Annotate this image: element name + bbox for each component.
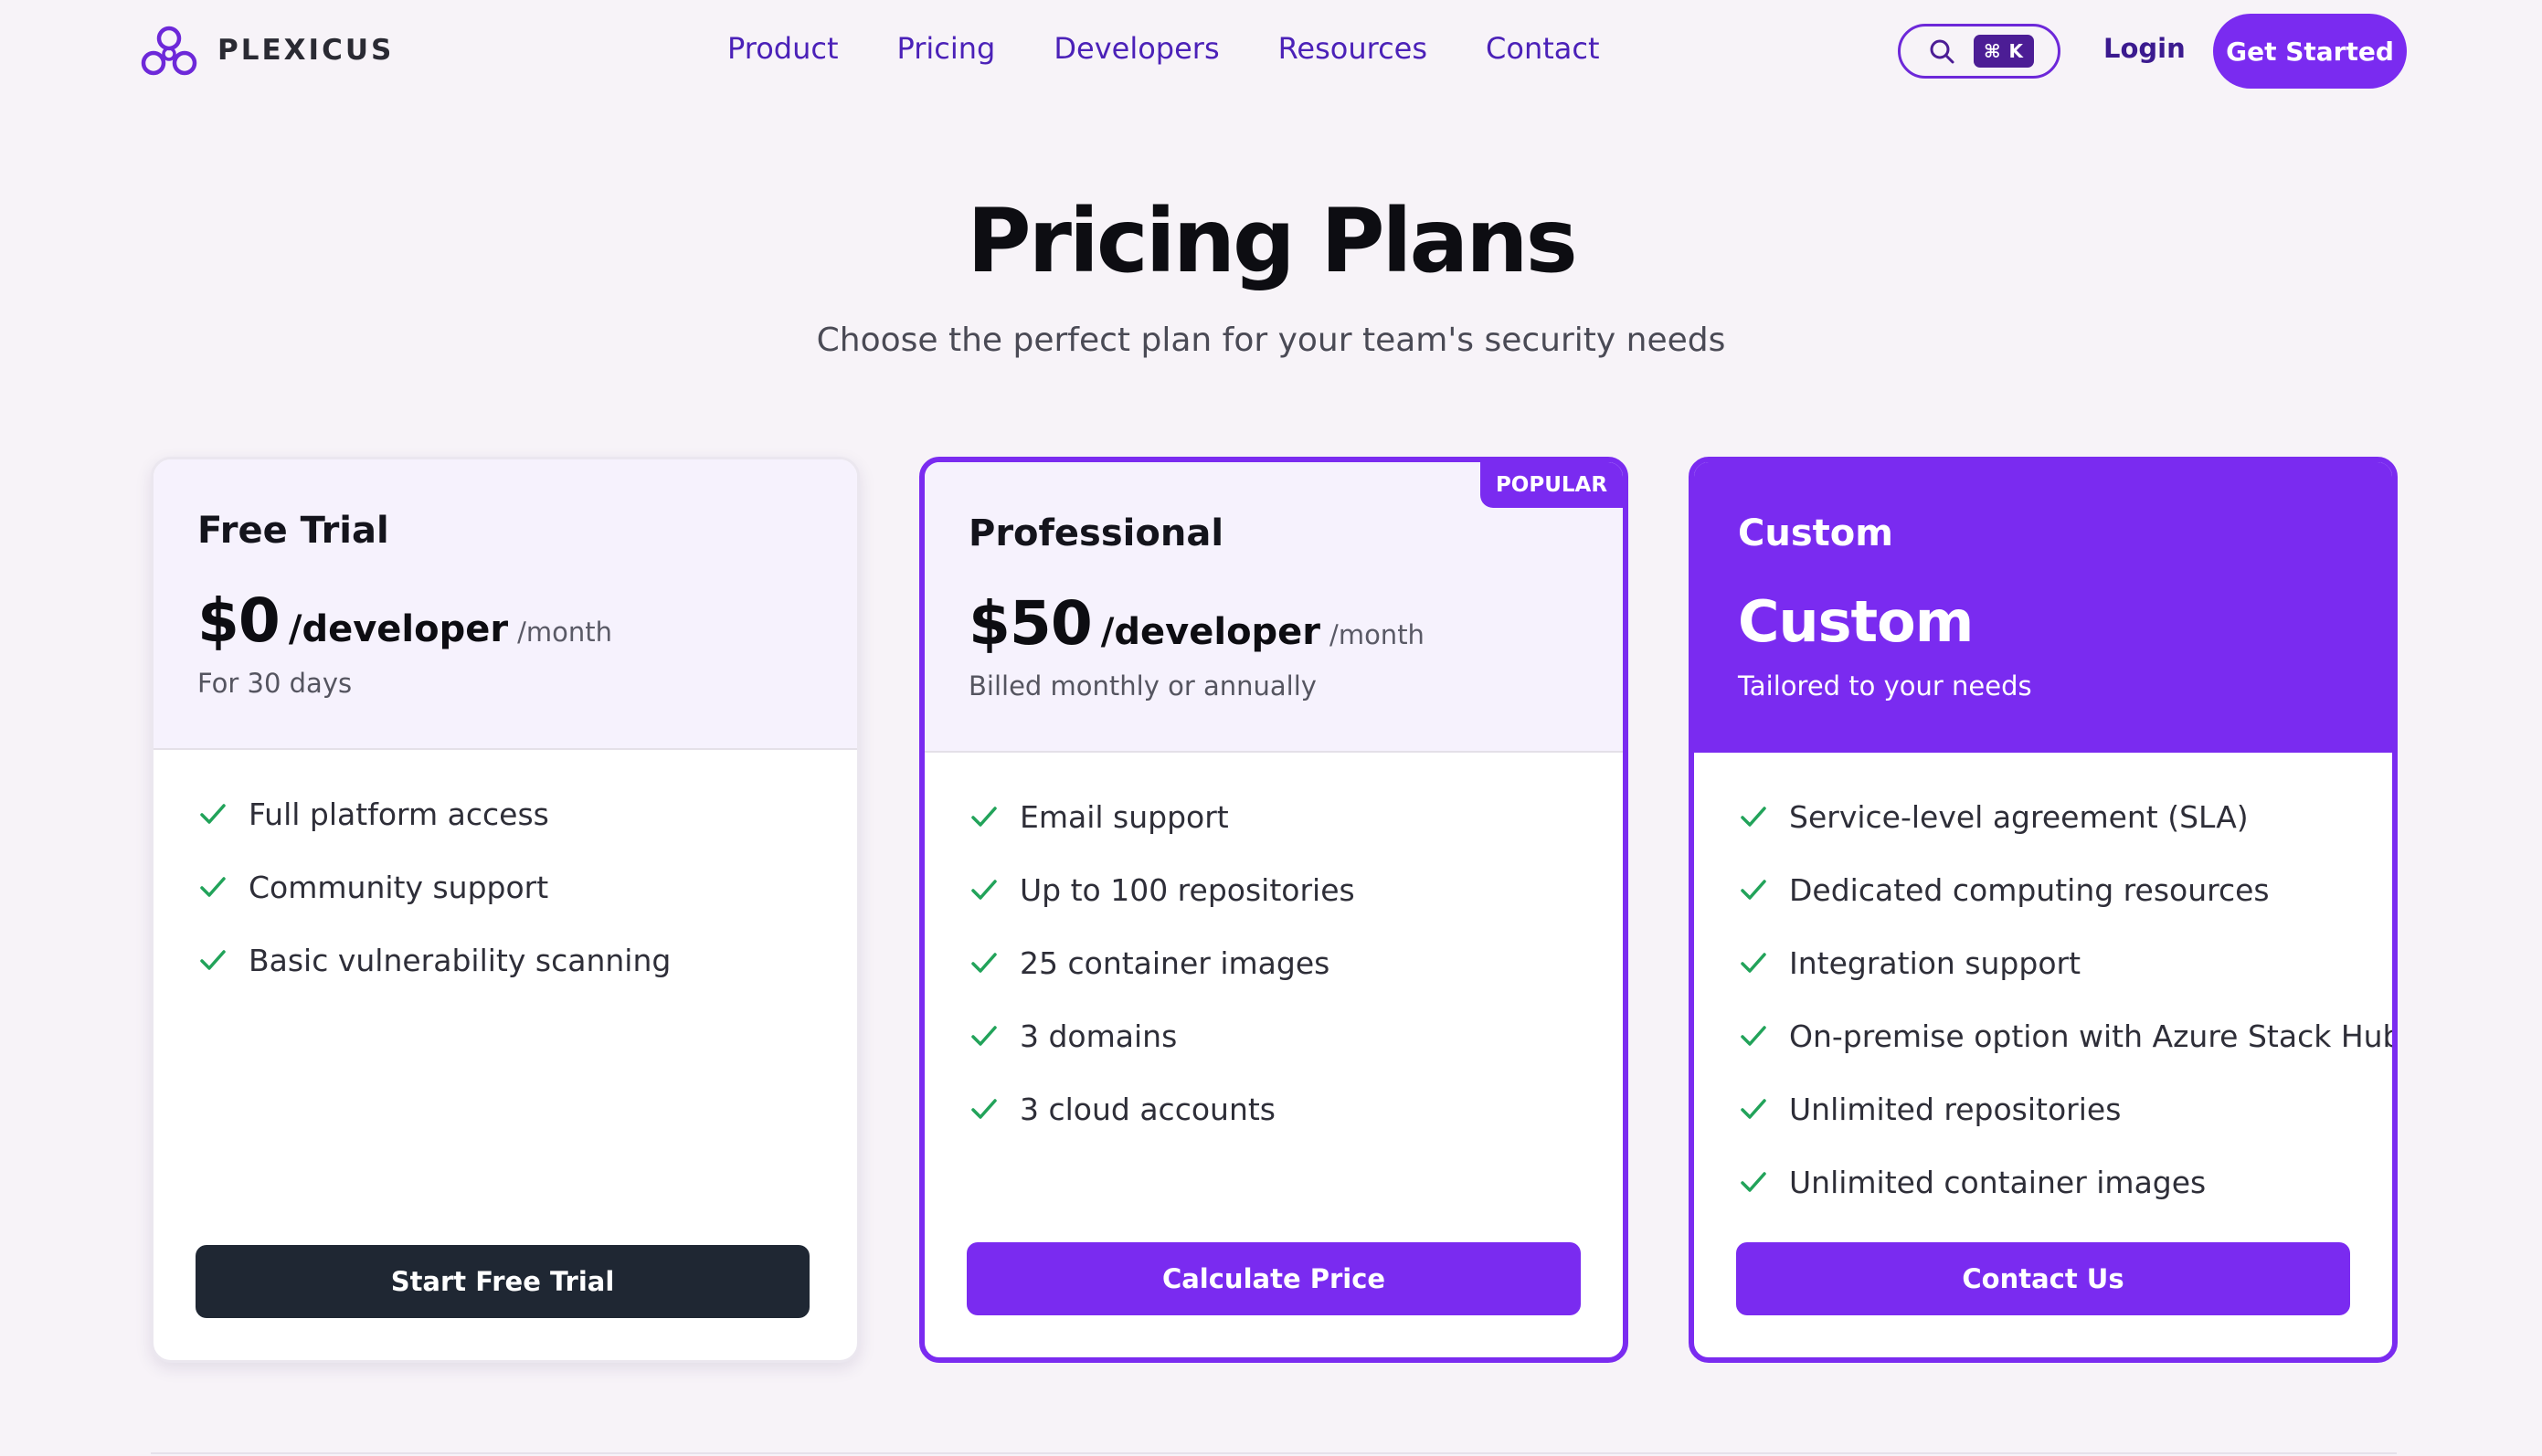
pricing-page: PLEXICUS Product Pricing Developers Reso…: [0, 0, 2542, 1456]
check-icon: [1741, 953, 1766, 973]
feature-label: Full platform access: [249, 796, 549, 832]
search-icon: [1930, 39, 1954, 64]
plan-card-custom: Custom Custom Tailored to your needs Ser…: [1689, 457, 2398, 1363]
plan-note: Tailored to your needs: [1738, 670, 2032, 702]
feature-item: Full platform access: [197, 777, 671, 850]
feature-item: Unlimited container images: [1738, 1145, 2392, 1219]
price-row: Custom: [1738, 588, 1974, 655]
feature-item: Up to 100 repositories: [969, 853, 1355, 926]
check-icon: [1741, 1172, 1766, 1192]
login-link[interactable]: Login: [2103, 33, 2186, 64]
feature-label: Dedicated computing resources: [1789, 871, 2270, 908]
feature-label: Service-level agreement (SLA): [1789, 798, 2249, 835]
feature-label: Unlimited container images: [1789, 1164, 2207, 1200]
feature-list: Full platform access Community support B…: [197, 777, 671, 997]
feature-item: Service-level agreement (SLA): [1738, 780, 2392, 853]
check-icon: [1741, 880, 1766, 900]
check-icon: [200, 950, 226, 970]
page-title: Pricing Plans: [967, 190, 1577, 292]
feature-item: 3 domains: [969, 999, 1355, 1072]
top-nav: PLEXICUS Product Pricing Developers Reso…: [0, 0, 2542, 102]
check-icon: [971, 1099, 997, 1119]
plan-note: For 30 days: [197, 668, 353, 699]
main-nav: Product Pricing Developers Resources Con…: [727, 31, 1600, 66]
feature-label: Integration support: [1789, 944, 2081, 981]
feature-item: 25 container images: [969, 926, 1355, 999]
price-unit: /developer: [1100, 611, 1321, 653]
feature-item: 3 cloud accounts: [969, 1072, 1355, 1145]
get-started-button[interactable]: Get Started: [2213, 14, 2407, 89]
check-icon: [1741, 1026, 1766, 1046]
feature-label: 25 container images: [1020, 944, 1330, 981]
feature-label: Email support: [1020, 798, 1229, 835]
plan-note: Billed monthly or annually: [969, 670, 1317, 702]
check-icon: [971, 953, 997, 973]
plan-header: Free Trial $0 /developer /month For 30 d…: [154, 459, 857, 750]
price-unit: /developer: [288, 608, 509, 650]
plan-price: $50: [969, 588, 1093, 659]
nav-link-contact[interactable]: Contact: [1486, 31, 1600, 66]
plan-card-free-trial: Free Trial $0 /developer /month For 30 d…: [151, 457, 860, 1363]
feature-item: Unlimited repositories: [1738, 1072, 2392, 1145]
check-icon: [1741, 807, 1766, 827]
nav-link-developers[interactable]: Developers: [1054, 31, 1219, 66]
price-period: /month: [517, 617, 613, 648]
feature-label: Up to 100 repositories: [1020, 871, 1355, 908]
plexicus-logo-icon: [141, 26, 197, 76]
plan-card-professional: POPULAR Professional $50 /developer /mon…: [919, 457, 1628, 1363]
feature-item: Integration support: [1738, 926, 2392, 999]
feature-label: Basic vulnerability scanning: [249, 942, 672, 978]
price-row: $50 /developer /month: [969, 588, 1425, 659]
feature-label: 3 cloud accounts: [1020, 1091, 1276, 1127]
plan-header: Custom Custom Tailored to your needs: [1694, 462, 2392, 753]
search-shortcut-badge: ⌘ K: [1974, 35, 2035, 68]
plan-name: Custom: [1738, 512, 1893, 554]
check-icon: [971, 880, 997, 900]
check-icon: [971, 807, 997, 827]
calculate-price-button[interactable]: Calculate Price: [967, 1242, 1581, 1315]
price-period: /month: [1329, 619, 1425, 650]
feature-label: Community support: [249, 869, 549, 905]
contact-us-button[interactable]: Contact Us: [1736, 1242, 2350, 1315]
feature-label: Unlimited repositories: [1789, 1091, 2122, 1127]
plan-price: Custom: [1738, 588, 1974, 655]
popular-badge: POPULAR: [1480, 462, 1623, 508]
plan-name: Free Trial: [197, 510, 389, 552]
brand-logo[interactable]: PLEXICUS: [137, 20, 394, 80]
search-button[interactable]: ⌘ K: [1898, 24, 2060, 79]
page-subtitle: Choose the perfect plan for your team's …: [816, 322, 1726, 359]
feature-list: Service-level agreement (SLA) Dedicated …: [1738, 780, 2398, 1219]
price-row: $0 /developer /month: [197, 586, 612, 656]
check-icon: [1741, 1099, 1766, 1119]
plan-price: $0: [197, 586, 281, 656]
feature-item: Email support: [969, 780, 1355, 853]
start-free-trial-button[interactable]: Start Free Trial: [196, 1245, 810, 1318]
feature-label: On-premise option with Azure Stack Hub: [1789, 1018, 2398, 1054]
check-icon: [200, 804, 226, 824]
brand-name: PLEXICUS: [217, 34, 395, 67]
section-divider: [151, 1452, 2397, 1454]
plan-header: POPULAR Professional $50 /developer /mon…: [925, 462, 1623, 753]
feature-item: Community support: [197, 850, 671, 923]
feature-item: Basic vulnerability scanning: [197, 923, 671, 997]
feature-item: On-premise option with Azure Stack Hub: [1738, 999, 2398, 1072]
check-icon: [971, 1026, 997, 1046]
check-icon: [200, 877, 226, 897]
plan-name: Professional: [969, 512, 1224, 554]
nav-link-pricing[interactable]: Pricing: [897, 31, 996, 66]
feature-label: 3 domains: [1020, 1018, 1178, 1054]
feature-item: Dedicated computing resources: [1738, 853, 2392, 926]
nav-link-resources[interactable]: Resources: [1278, 31, 1427, 66]
feature-list: Email support Up to 100 repositories 25 …: [969, 780, 1355, 1145]
nav-link-product[interactable]: Product: [727, 31, 839, 66]
